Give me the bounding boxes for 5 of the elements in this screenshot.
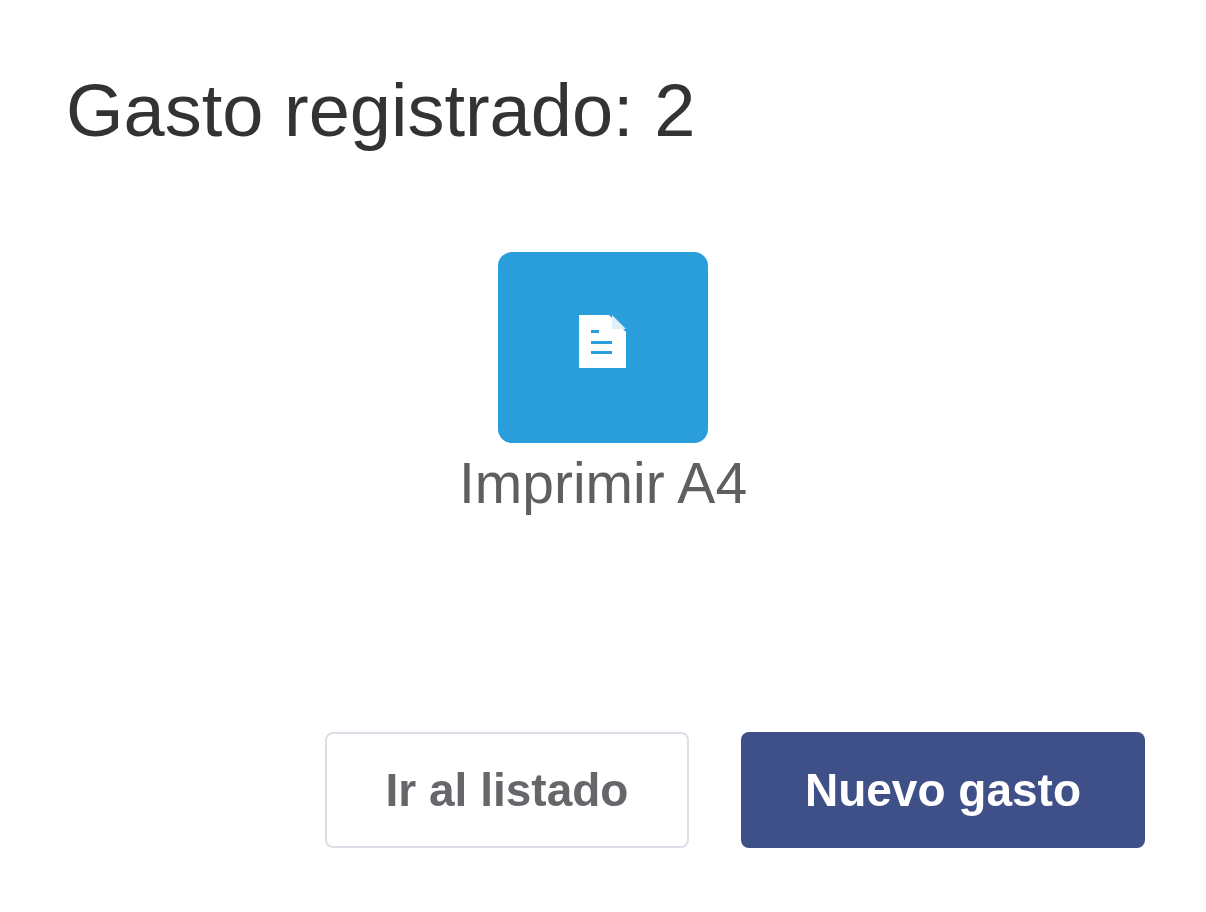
dialog-title: Gasto registrado: 2 bbox=[66, 68, 696, 154]
go-to-list-button[interactable]: Ir al listado bbox=[325, 732, 689, 848]
new-expense-button[interactable]: Nuevo gasto bbox=[741, 732, 1145, 848]
print-option[interactable]: Imprimir A4 bbox=[458, 252, 748, 517]
document-icon bbox=[498, 252, 708, 443]
